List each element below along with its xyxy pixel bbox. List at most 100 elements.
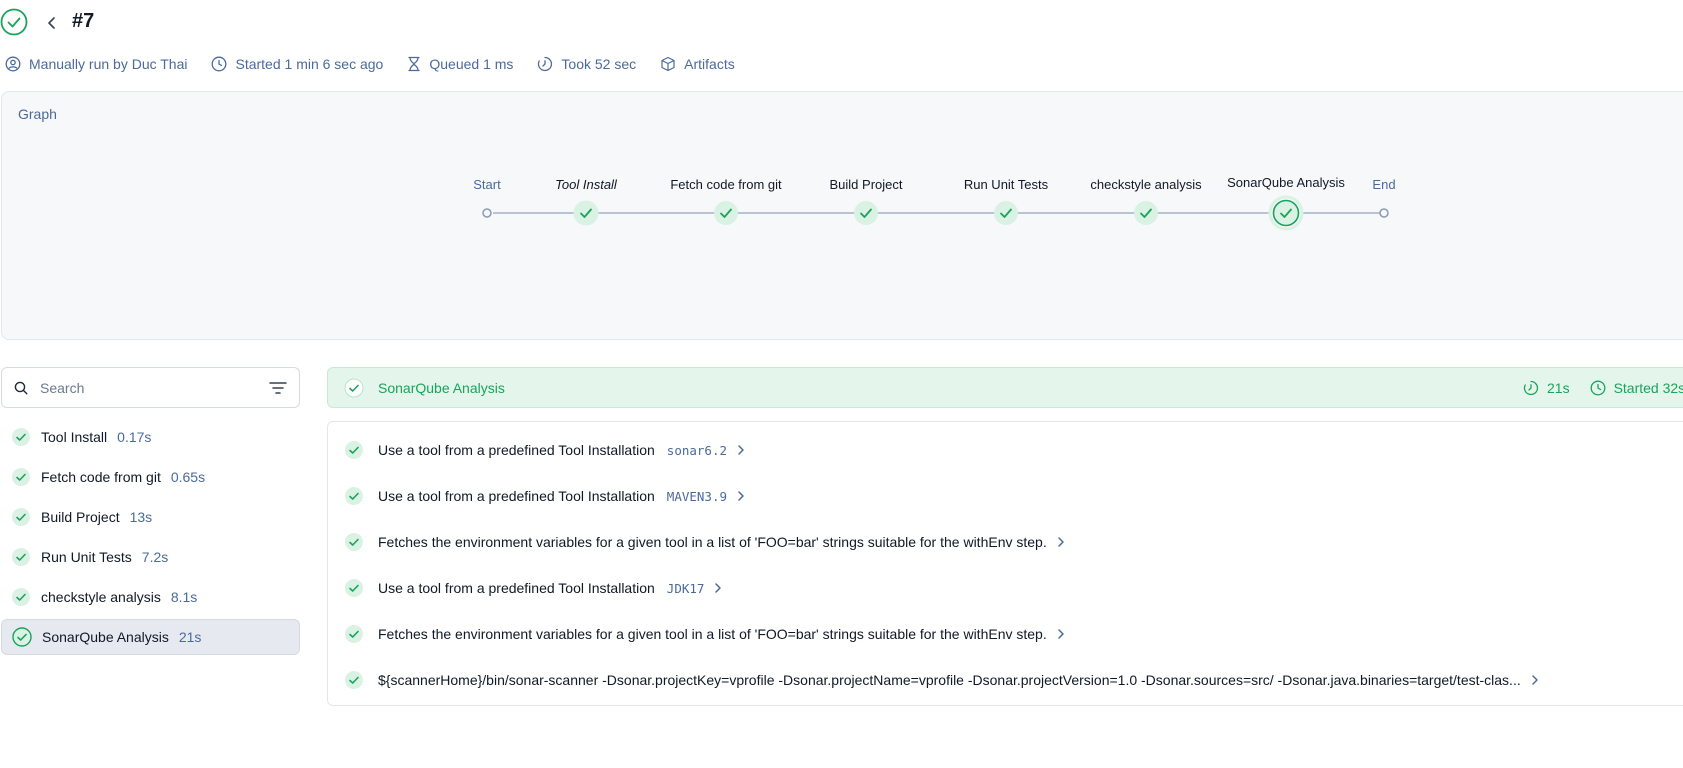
- success-node-icon: [1272, 199, 1300, 227]
- success-node-icon: [1134, 201, 1158, 225]
- stage-duration: 21s: [178, 629, 202, 645]
- pipeline-graph: Graph Start Tool Install Fetch code from…: [1, 91, 1683, 340]
- meta-trigger: Manually run by Duc Thai: [5, 56, 187, 72]
- stage-item-checkstyle[interactable]: checkstyle analysis 8.1s: [1, 579, 300, 615]
- meta-started: Started 1 min 6 sec ago: [211, 56, 383, 72]
- step-text: Use a tool from a predefined Tool Instal…: [378, 580, 655, 596]
- step-row[interactable]: ${scannerHome}/bin/sonar-scanner -Dsonar…: [344, 665, 1539, 695]
- stage-duration: 7.2s: [141, 549, 169, 565]
- stage-item-run-unit-tests[interactable]: Run Unit Tests 7.2s: [1, 539, 300, 575]
- run-meta-bar: Manually run by Duc Thai Started 1 min 6…: [5, 56, 759, 72]
- stage-name: Run Unit Tests: [41, 549, 132, 565]
- stage-name: Fetch code from git: [41, 469, 161, 485]
- stage-started-chip: Started 32s: [1590, 380, 1683, 396]
- chevron-right-icon: [737, 490, 745, 502]
- stage-started-text: Started 32s: [1613, 379, 1683, 396]
- success-icon: [345, 533, 363, 551]
- success-node-icon: [714, 201, 738, 225]
- step-row[interactable]: Use a tool from a predefined Tool Instal…: [344, 573, 722, 603]
- stage-duration: 0.65s: [170, 469, 206, 485]
- search-input[interactable]: [40, 379, 269, 396]
- graph-stage-label: checkstyle analysis: [1090, 177, 1202, 192]
- success-icon: [12, 548, 30, 566]
- hourglass-icon: [408, 56, 421, 72]
- search-icon: [14, 381, 28, 394]
- success-icon: [345, 579, 363, 597]
- chevron-right-icon: [714, 582, 722, 594]
- chevron-right-icon: [737, 444, 745, 456]
- stage-duration: 13s: [129, 509, 153, 525]
- step-row[interactable]: Fetches the environment variables for a …: [344, 527, 1065, 557]
- pipeline-run-page: #7 Manually run by Duc Thai Started 1 mi…: [0, 0, 1683, 768]
- filter-button[interactable]: [269, 381, 287, 395]
- success-icon: [12, 588, 30, 606]
- step-text: ${scannerHome}/bin/sonar-scanner -Dsonar…: [378, 672, 1521, 688]
- graph-stage-label: Run Unit Tests: [964, 177, 1049, 192]
- step-text: Fetches the environment variables for a …: [378, 626, 1047, 642]
- success-status-icon: [0, 8, 28, 41]
- step-code: sonar6.2: [666, 442, 728, 458]
- chevron-right-icon: [1531, 674, 1539, 686]
- meta-queued: Queued 1 ms: [407, 56, 513, 72]
- stage-list: Tool Install 0.17s Fetch code from git 0…: [1, 419, 300, 659]
- stage-item-fetch-code[interactable]: Fetch code from git 0.65s: [1, 459, 300, 495]
- package-icon: [661, 56, 675, 72]
- stage-name: Build Project: [41, 509, 120, 525]
- graph-stage-checkstyle[interactable]: checkstyle analysis: [1090, 177, 1202, 225]
- artifacts-label: Artifacts: [684, 56, 735, 72]
- graph-stage-label: SonarQube Analysis: [1227, 175, 1345, 190]
- selected-stage-header[interactable]: SonarQube Analysis 21s Started 32s: [327, 367, 1683, 408]
- stage-duration-text: 21s: [1547, 379, 1570, 396]
- graph-stage-run-unit-tests[interactable]: Run Unit Tests: [964, 177, 1049, 225]
- trigger-text: Manually run by Duc Thai: [29, 56, 188, 72]
- took-text: Took 52 sec: [561, 56, 637, 72]
- stage-duration: 0.17s: [117, 429, 152, 445]
- graph-stage-sonarqube[interactable]: SonarQube Analysis: [1227, 175, 1345, 231]
- success-icon: [12, 428, 30, 446]
- success-icon: [345, 625, 363, 643]
- queued-text: Queued 1 ms: [429, 56, 514, 72]
- artifacts-link[interactable]: Artifacts: [660, 56, 735, 72]
- clock-icon: [212, 56, 227, 72]
- graph-stage-label: Fetch code from git: [670, 177, 782, 192]
- step-row[interactable]: Fetches the environment variables for a …: [344, 619, 1065, 649]
- step-code: JDK17: [666, 580, 705, 596]
- timer-icon: [538, 56, 553, 72]
- graph-end-label: End: [1372, 177, 1395, 192]
- filter-icon: [269, 381, 287, 394]
- stage-item-build-project[interactable]: Build Project 13s: [1, 499, 300, 535]
- step-code: MAVEN3.9: [666, 488, 728, 504]
- chevron-left-icon: [48, 17, 55, 29]
- graph-end-node: [1379, 208, 1389, 218]
- success-icon: [12, 508, 30, 526]
- step-text: Fetches the environment variables for a …: [378, 534, 1047, 550]
- run-number-title: #7: [72, 10, 95, 32]
- started-text: Started 1 min 6 sec ago: [235, 56, 384, 72]
- success-icon: [12, 627, 32, 647]
- graph-stage-fetch-code[interactable]: Fetch code from git: [670, 177, 782, 225]
- stage-duration-chip: 21s: [1523, 380, 1570, 396]
- user-icon: [5, 56, 21, 72]
- clock-icon: [1590, 380, 1606, 395]
- step-row[interactable]: Use a tool from a predefined Tool Instal…: [344, 481, 745, 511]
- stage-item-tool-install[interactable]: Tool Install 0.17s: [1, 419, 300, 455]
- selected-stage-timing: 21s Started 32s: [1523, 368, 1683, 407]
- success-icon: [345, 671, 363, 689]
- success-node-icon: [573, 200, 599, 226]
- graph-stage-label: Tool Install: [555, 177, 618, 192]
- chevron-right-icon: [1057, 536, 1065, 548]
- back-button[interactable]: [42, 13, 62, 33]
- stage-item-sonarqube[interactable]: SonarQube Analysis 21s: [1, 619, 300, 655]
- steps-list: Use a tool from a predefined Tool Instal…: [327, 421, 1683, 706]
- selected-stage-title: SonarQube Analysis: [378, 379, 505, 396]
- success-node-icon: [854, 201, 878, 225]
- meta-took: Took 52 sec: [537, 56, 636, 72]
- step-row[interactable]: Use a tool from a predefined Tool Instal…: [344, 435, 745, 465]
- graph-start-node: [482, 208, 492, 218]
- graph-stage-tool-install[interactable]: Tool Install: [555, 177, 618, 226]
- success-icon: [344, 378, 364, 397]
- graph-stage-build-project[interactable]: Build Project: [830, 177, 903, 225]
- stage-name: Tool Install: [41, 429, 108, 445]
- graph-stage-label: Build Project: [830, 177, 903, 192]
- pipeline-graph-canvas: Start Tool Install Fetch code from git B…: [473, 175, 1396, 231]
